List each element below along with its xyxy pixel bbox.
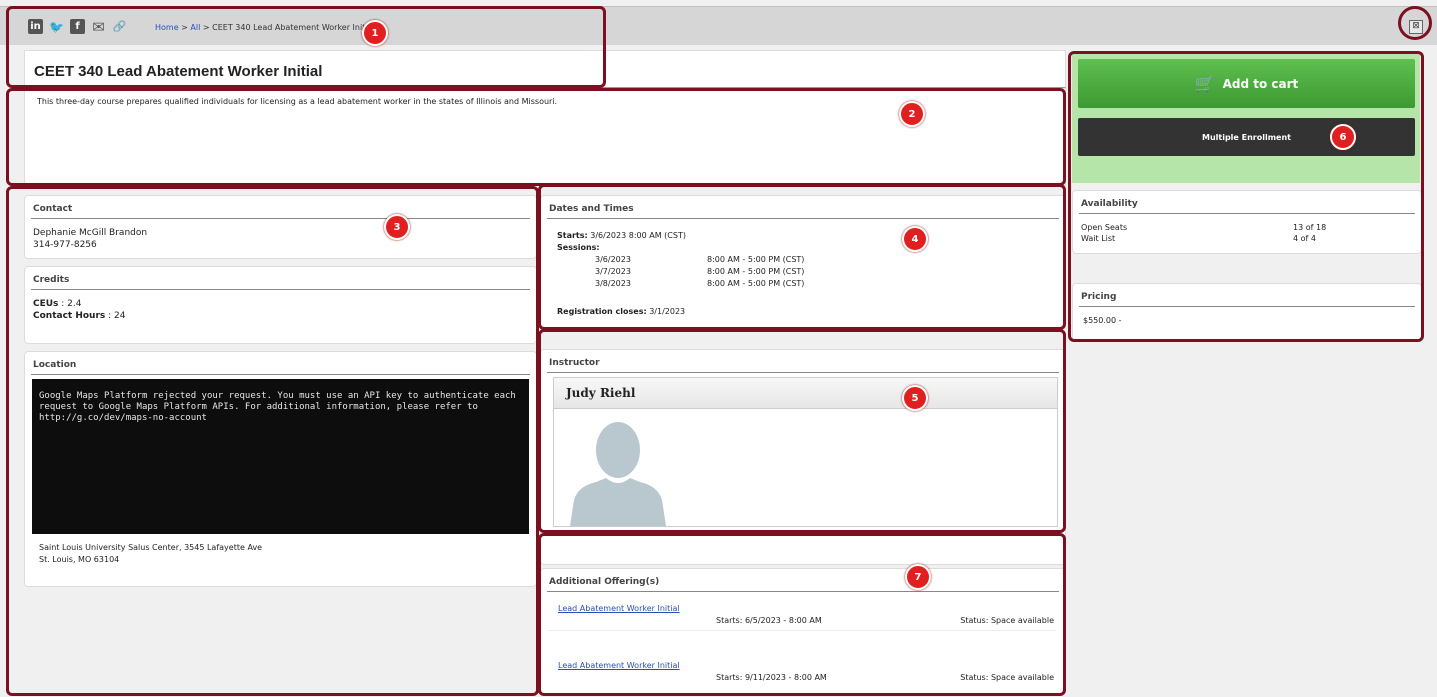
step-badge: 3 (384, 214, 410, 240)
highlight-box (538, 533, 1066, 696)
step-badge: 7 (905, 564, 931, 590)
highlight-box (1068, 51, 1424, 342)
highlight-box (538, 184, 1066, 330)
highlight-box (1398, 6, 1432, 40)
highlight-box (6, 6, 606, 88)
step-badge: 4 (902, 226, 928, 252)
highlight-box (538, 329, 1066, 533)
step-badge: 5 (902, 385, 928, 411)
step-badge: 2 (899, 101, 925, 127)
step-badge: 1 (362, 20, 388, 46)
step-badge: 6 (1330, 124, 1356, 150)
highlight-box (6, 186, 539, 696)
